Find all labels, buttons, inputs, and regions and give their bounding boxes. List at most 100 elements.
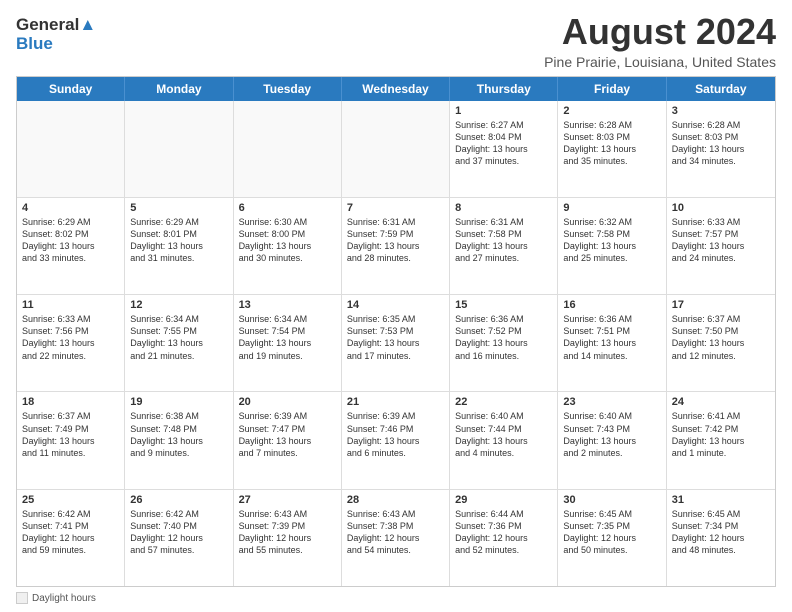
day-info: Sunrise: 6:45 AM Sunset: 7:35 PM Dayligh… [563,508,660,557]
day-number: 9 [563,202,660,214]
day-number: 6 [239,202,336,214]
cal-cell: 2Sunrise: 6:28 AM Sunset: 8:03 PM Daylig… [558,101,666,197]
day-info: Sunrise: 6:32 AM Sunset: 7:58 PM Dayligh… [563,216,660,265]
cal-cell: 1 Sunrise: 6:27 AM Sunset: 8:04 PM Daylig… [450,101,558,197]
cal-cell: 17 Sunrise: 6:37 AM Sunset: 7:50 PM Dayli… [667,295,775,391]
day-info: Sunrise: 6:30 AM Sunset: 8:00 PM Dayligh… [239,216,336,265]
day-number: 1 [455,105,552,117]
day-info: Sunrise: 6:34 AM Sunset: 7:55 PM Dayligh… [130,313,227,362]
cal-cell: 4 Sunrise: 6:29 AM Sunset: 8:02 PM Daylig… [17,198,125,294]
day-number: 17 [672,299,770,311]
header-wednesday: Wednesday [342,77,450,101]
cal-cell: 15 Sunrise: 6:36 AM Sunset: 7:52 PM Dayli… [450,295,558,391]
logo-line2: Blue [16,35,96,54]
cal-cell: 12 Sunrise: 6:34 AM Sunset: 7:55 PM Dayli… [125,295,233,391]
cal-cell [125,101,233,197]
cal-cell: 11Sunrise: 6:33 AM Sunset: 7:56 PM Dayli… [17,295,125,391]
day-info: Sunrise: 6:29 AM Sunset: 8:01 PM Dayligh… [130,216,227,265]
day-number: 12 [130,299,227,311]
cal-cell: 7 Sunrise: 6:31 AM Sunset: 7:59 PM Daylig… [342,198,450,294]
cal-week-4: 18Sunrise: 6:37 AM Sunset: 7:49 PM Dayli… [17,392,775,489]
day-number: 24 [672,396,770,408]
calendar-header: Sunday Monday Tuesday Wednesday Thursday… [17,77,775,101]
day-number: 16 [563,299,660,311]
day-number: 15 [455,299,552,311]
day-number: 22 [455,396,552,408]
cal-cell [234,101,342,197]
day-number: 7 [347,202,444,214]
footer: Daylight hours [16,592,776,604]
cal-cell: 13 Sunrise: 6:34 AM Sunset: 7:54 PM Dayli… [234,295,342,391]
day-info: Sunrise: 6:45 AM Sunset: 7:34 PM Dayligh… [672,508,770,557]
header: General▲ Blue August 2024 Pine Prairie, … [16,12,776,70]
day-info: Sunrise: 6:31 AM Sunset: 7:59 PM Dayligh… [347,216,444,265]
cal-cell: 31 Sunrise: 6:45 AM Sunset: 7:34 PM Dayli… [667,490,775,586]
page: General▲ Blue August 2024 Pine Prairie, … [0,0,792,612]
day-info: Sunrise: 6:44 AM Sunset: 7:36 PM Dayligh… [455,508,552,557]
day-number: 21 [347,396,444,408]
day-info: Sunrise: 6:37 AM Sunset: 7:50 PM Dayligh… [672,313,770,362]
day-info: Sunrise: 6:41 AM Sunset: 7:42 PM Dayligh… [672,410,770,459]
cal-cell [17,101,125,197]
day-info: Sunrise: 6:42 AM Sunset: 7:40 PM Dayligh… [130,508,227,557]
day-info: Sunrise: 6:28 AM Sunset: 8:03 PM Dayligh… [563,119,660,168]
legend-box [16,592,28,604]
day-number: 4 [22,202,119,214]
cal-cell: 22 Sunrise: 6:40 AM Sunset: 7:44 PM Dayli… [450,392,558,488]
day-info: Sunrise: 6:39 AM Sunset: 7:46 PM Dayligh… [347,410,444,459]
title-block: August 2024 Pine Prairie, Louisiana, Uni… [544,12,776,70]
cal-cell: 30 Sunrise: 6:45 AM Sunset: 7:35 PM Dayli… [558,490,666,586]
day-number: 27 [239,494,336,506]
cal-cell: 6 Sunrise: 6:30 AM Sunset: 8:00 PM Daylig… [234,198,342,294]
header-monday: Monday [125,77,233,101]
day-info: Sunrise: 6:36 AM Sunset: 7:52 PM Dayligh… [455,313,552,362]
cal-cell: 27 Sunrise: 6:43 AM Sunset: 7:39 PM Dayli… [234,490,342,586]
day-number: 18 [22,396,119,408]
day-info: Sunrise: 6:28 AM Sunset: 8:03 PM Dayligh… [672,119,770,168]
cal-cell: 10Sunrise: 6:33 AM Sunset: 7:57 PM Dayli… [667,198,775,294]
cal-week-3: 11Sunrise: 6:33 AM Sunset: 7:56 PM Dayli… [17,295,775,392]
day-number: 14 [347,299,444,311]
cal-cell: 18Sunrise: 6:37 AM Sunset: 7:49 PM Dayli… [17,392,125,488]
day-info: Sunrise: 6:27 AM Sunset: 8:04 PM Dayligh… [455,119,552,168]
day-number: 10 [672,202,770,214]
day-info: Sunrise: 6:36 AM Sunset: 7:51 PM Dayligh… [563,313,660,362]
day-info: Sunrise: 6:35 AM Sunset: 7:53 PM Dayligh… [347,313,444,362]
day-number: 3 [672,105,770,117]
day-info: Sunrise: 6:40 AM Sunset: 7:43 PM Dayligh… [563,410,660,459]
cal-week-1: 1 Sunrise: 6:27 AM Sunset: 8:04 PM Daylig… [17,101,775,198]
header-tuesday: Tuesday [234,77,342,101]
day-info: Sunrise: 6:43 AM Sunset: 7:39 PM Dayligh… [239,508,336,557]
logo: General▲ Blue [16,16,96,53]
cal-week-2: 4 Sunrise: 6:29 AM Sunset: 8:02 PM Daylig… [17,198,775,295]
main-title: August 2024 [544,12,776,52]
calendar: Sunday Monday Tuesday Wednesday Thursday… [16,76,776,587]
day-info: Sunrise: 6:39 AM Sunset: 7:47 PM Dayligh… [239,410,336,459]
day-info: Sunrise: 6:34 AM Sunset: 7:54 PM Dayligh… [239,313,336,362]
day-info: Sunrise: 6:38 AM Sunset: 7:48 PM Dayligh… [130,410,227,459]
day-info: Sunrise: 6:43 AM Sunset: 7:38 PM Dayligh… [347,508,444,557]
day-number: 29 [455,494,552,506]
cal-cell: 23 Sunrise: 6:40 AM Sunset: 7:43 PM Dayli… [558,392,666,488]
day-number: 13 [239,299,336,311]
cal-cell: 24 Sunrise: 6:41 AM Sunset: 7:42 PM Dayli… [667,392,775,488]
day-info: Sunrise: 6:29 AM Sunset: 8:02 PM Dayligh… [22,216,119,265]
legend-label: Daylight hours [32,593,96,604]
cal-cell: 19Sunrise: 6:38 AM Sunset: 7:48 PM Dayli… [125,392,233,488]
day-info: Sunrise: 6:31 AM Sunset: 7:58 PM Dayligh… [455,216,552,265]
cal-cell: 9 Sunrise: 6:32 AM Sunset: 7:58 PM Daylig… [558,198,666,294]
day-number: 25 [22,494,119,506]
header-saturday: Saturday [667,77,775,101]
cal-cell: 29 Sunrise: 6:44 AM Sunset: 7:36 PM Dayli… [450,490,558,586]
day-number: 23 [563,396,660,408]
day-number: 20 [239,396,336,408]
day-number: 31 [672,494,770,506]
day-info: Sunrise: 6:40 AM Sunset: 7:44 PM Dayligh… [455,410,552,459]
day-number: 28 [347,494,444,506]
cal-cell: 25Sunrise: 6:42 AM Sunset: 7:41 PM Dayli… [17,490,125,586]
cal-cell: 28 Sunrise: 6:43 AM Sunset: 7:38 PM Dayli… [342,490,450,586]
cal-cell: 26Sunrise: 6:42 AM Sunset: 7:40 PM Dayli… [125,490,233,586]
header-sunday: Sunday [17,77,125,101]
cal-cell: 8Sunrise: 6:31 AM Sunset: 7:58 PM Daylig… [450,198,558,294]
day-number: 30 [563,494,660,506]
